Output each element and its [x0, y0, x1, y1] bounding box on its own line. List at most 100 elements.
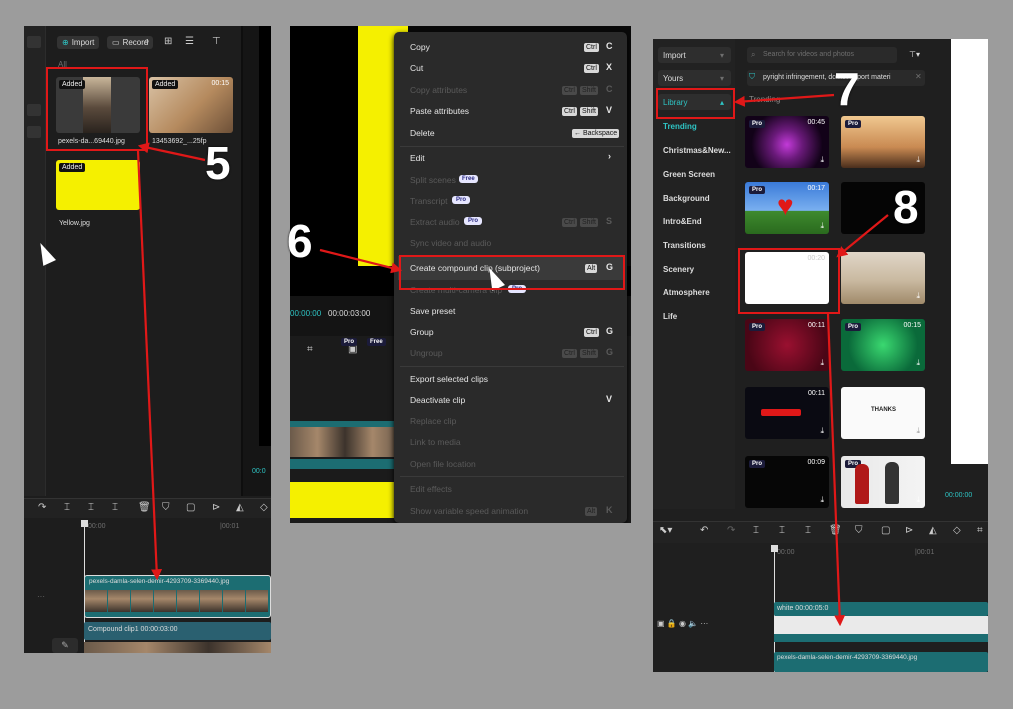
play-circle-icon[interactable]: ⊳: [905, 525, 913, 536]
close-icon[interactable]: ✕: [915, 72, 922, 81]
category-christmas[interactable]: Christmas&New...: [663, 146, 731, 155]
playhead-handle[interactable]: [771, 545, 778, 552]
library-item[interactable]: Pro 00:17 ♥ ⤓: [745, 182, 829, 234]
rail-button[interactable]: [27, 36, 41, 48]
download-icon[interactable]: ⤓: [916, 291, 920, 301]
main-track-clip[interactable]: pexels-damla-selen-demir-4293709-3369440…: [774, 652, 988, 672]
category-trending[interactable]: Trending: [663, 122, 697, 131]
library-item[interactable]: Pro ⤓: [841, 456, 925, 508]
category-intro-end[interactable]: Intro&End: [663, 217, 702, 226]
category-green-screen[interactable]: Green Screen: [663, 170, 715, 179]
grid-view-icon[interactable]: ⊞: [164, 36, 172, 47]
search-icon[interactable]: ⌕: [144, 36, 150, 47]
key-shift: Shift: [580, 86, 599, 95]
menu-export-selected[interactable]: Export selected clips: [410, 374, 488, 384]
mirror-icon[interactable]: ◭: [236, 502, 244, 513]
menu-save-preset[interactable]: Save preset: [410, 306, 455, 316]
key-ctrl: Ctrl: [562, 218, 577, 227]
crop-alt-icon[interactable]: ⌗: [977, 525, 983, 536]
download-icon[interactable]: ⤓: [916, 426, 920, 436]
menu-extract-audio: Extract audio: [410, 217, 460, 227]
import-button[interactable]: ⊕ Import: [57, 36, 100, 49]
key-ctrl: Ctrl: [584, 64, 599, 73]
library-item[interactable]: Pro 00:09 ⤓: [745, 456, 829, 508]
shield-icon[interactable]: ⛉: [162, 502, 170, 513]
menu-cut[interactable]: Cut: [410, 63, 423, 73]
key-ctrl: Ctrl: [562, 107, 577, 116]
library-item[interactable]: Pro 00:15 ⤓: [841, 319, 925, 371]
category-atmosphere[interactable]: Atmosphere: [663, 288, 710, 297]
main-track-clip[interactable]: pexels-damla-selen-demir-4293709-3369440…: [84, 575, 271, 618]
playhead-handle[interactable]: [81, 520, 88, 527]
split-icon[interactable]: ⌶: [64, 502, 70, 513]
shield-icon[interactable]: ⛉: [855, 525, 863, 536]
menu-edit[interactable]: Edit: [410, 153, 425, 163]
filter-icon[interactable]: ⊤▾: [909, 50, 920, 59]
split-right-icon[interactable]: ⌶: [805, 525, 811, 536]
free-badge: Free: [459, 175, 478, 183]
category-life[interactable]: Life: [663, 312, 677, 321]
media-item-yellow[interactable]: Added: [56, 160, 140, 210]
download-icon[interactable]: ⤓: [820, 155, 824, 165]
timeline-clip-teal[interactable]: [290, 459, 400, 469]
split-right-icon[interactable]: ⌶: [112, 502, 118, 513]
preview-area: [259, 26, 271, 446]
rail-button[interactable]: [27, 126, 41, 138]
rotate-icon[interactable]: ◇: [260, 502, 268, 513]
menu-group[interactable]: Group: [410, 327, 434, 337]
category-scenery[interactable]: Scenery: [663, 265, 694, 274]
delete-icon[interactable]: 🗑: [138, 502, 151, 513]
select-icon[interactable]: ⬉▾: [659, 525, 672, 536]
menu-copy[interactable]: Copy: [410, 42, 430, 52]
delete-icon[interactable]: 🗑: [829, 525, 842, 536]
white-clip-body[interactable]: [774, 616, 988, 634]
download-icon[interactable]: ⤓: [916, 155, 920, 165]
download-icon[interactable]: ⤓: [916, 358, 920, 368]
crop-icon[interactable]: ⌗: [307, 344, 313, 355]
download-icon[interactable]: ⤓: [820, 221, 824, 231]
library-item[interactable]: Pro 00:45 ⤓: [745, 116, 829, 168]
key-letter: C: [606, 41, 613, 51]
timeline-clip-yellow[interactable]: [290, 482, 400, 518]
menu-delete[interactable]: Delete: [410, 128, 435, 138]
menu-separator: [400, 476, 624, 477]
redo-icon[interactable]: ↷: [38, 502, 46, 513]
category-transitions[interactable]: Transitions: [663, 241, 706, 250]
redo-icon[interactable]: ↷: [727, 525, 735, 536]
undo-icon[interactable]: ↶: [700, 525, 708, 536]
crop-icon[interactable]: ▢: [881, 525, 890, 536]
track-controls[interactable]: ▣ 🔒 ◉ 🔈 ···: [657, 619, 708, 628]
mirror-icon[interactable]: ◭: [929, 525, 937, 536]
download-icon[interactable]: ⤓: [916, 495, 920, 505]
library-item[interactable]: Pro ⤓: [841, 116, 925, 168]
category-background[interactable]: Background: [663, 194, 710, 203]
track-dots[interactable]: ···: [37, 592, 45, 601]
split-left-icon[interactable]: ⌶: [779, 525, 785, 536]
white-clip[interactable]: white 00:00:05:0: [774, 602, 988, 616]
menu-open-file-location: Open file location: [410, 459, 476, 469]
split-icon[interactable]: ⌶: [753, 525, 759, 536]
compound-clip[interactable]: Compound clip1 00:00:03:00: [84, 622, 271, 640]
rail-button[interactable]: [27, 104, 41, 116]
download-icon[interactable]: ⤓: [820, 358, 824, 368]
search-icon: ⌕: [751, 50, 756, 59]
library-item[interactable]: ⤓: [841, 252, 925, 304]
menu-paste-attributes[interactable]: Paste attributes: [410, 106, 469, 116]
edit-button[interactable]: ✎: [52, 638, 78, 653]
key-letter: S: [606, 216, 613, 226]
library-item[interactable]: THANKS ⤓: [841, 387, 925, 439]
filter-icon[interactable]: ⊤: [212, 36, 221, 47]
split-left-icon[interactable]: ⌶: [88, 502, 94, 513]
library-item[interactable]: 00:11 ⤓: [745, 387, 829, 439]
play-circle-icon[interactable]: ⊳: [212, 502, 220, 513]
rotate-icon[interactable]: ◇: [953, 525, 961, 536]
crop-icon[interactable]: ▢: [186, 502, 195, 513]
media-item-video[interactable]: Added 00:15: [149, 77, 233, 133]
menu-deactivate-clip[interactable]: Deactivate clip: [410, 395, 465, 405]
download-icon[interactable]: ⤓: [820, 426, 824, 436]
download-icon[interactable]: ⤓: [820, 495, 824, 505]
people-figure: [855, 464, 869, 504]
sort-icon[interactable]: ☰: [185, 36, 194, 47]
timeline-clip-filmstrip[interactable]: [290, 421, 400, 457]
library-item[interactable]: Pro 00:11 ⤓: [745, 319, 829, 371]
